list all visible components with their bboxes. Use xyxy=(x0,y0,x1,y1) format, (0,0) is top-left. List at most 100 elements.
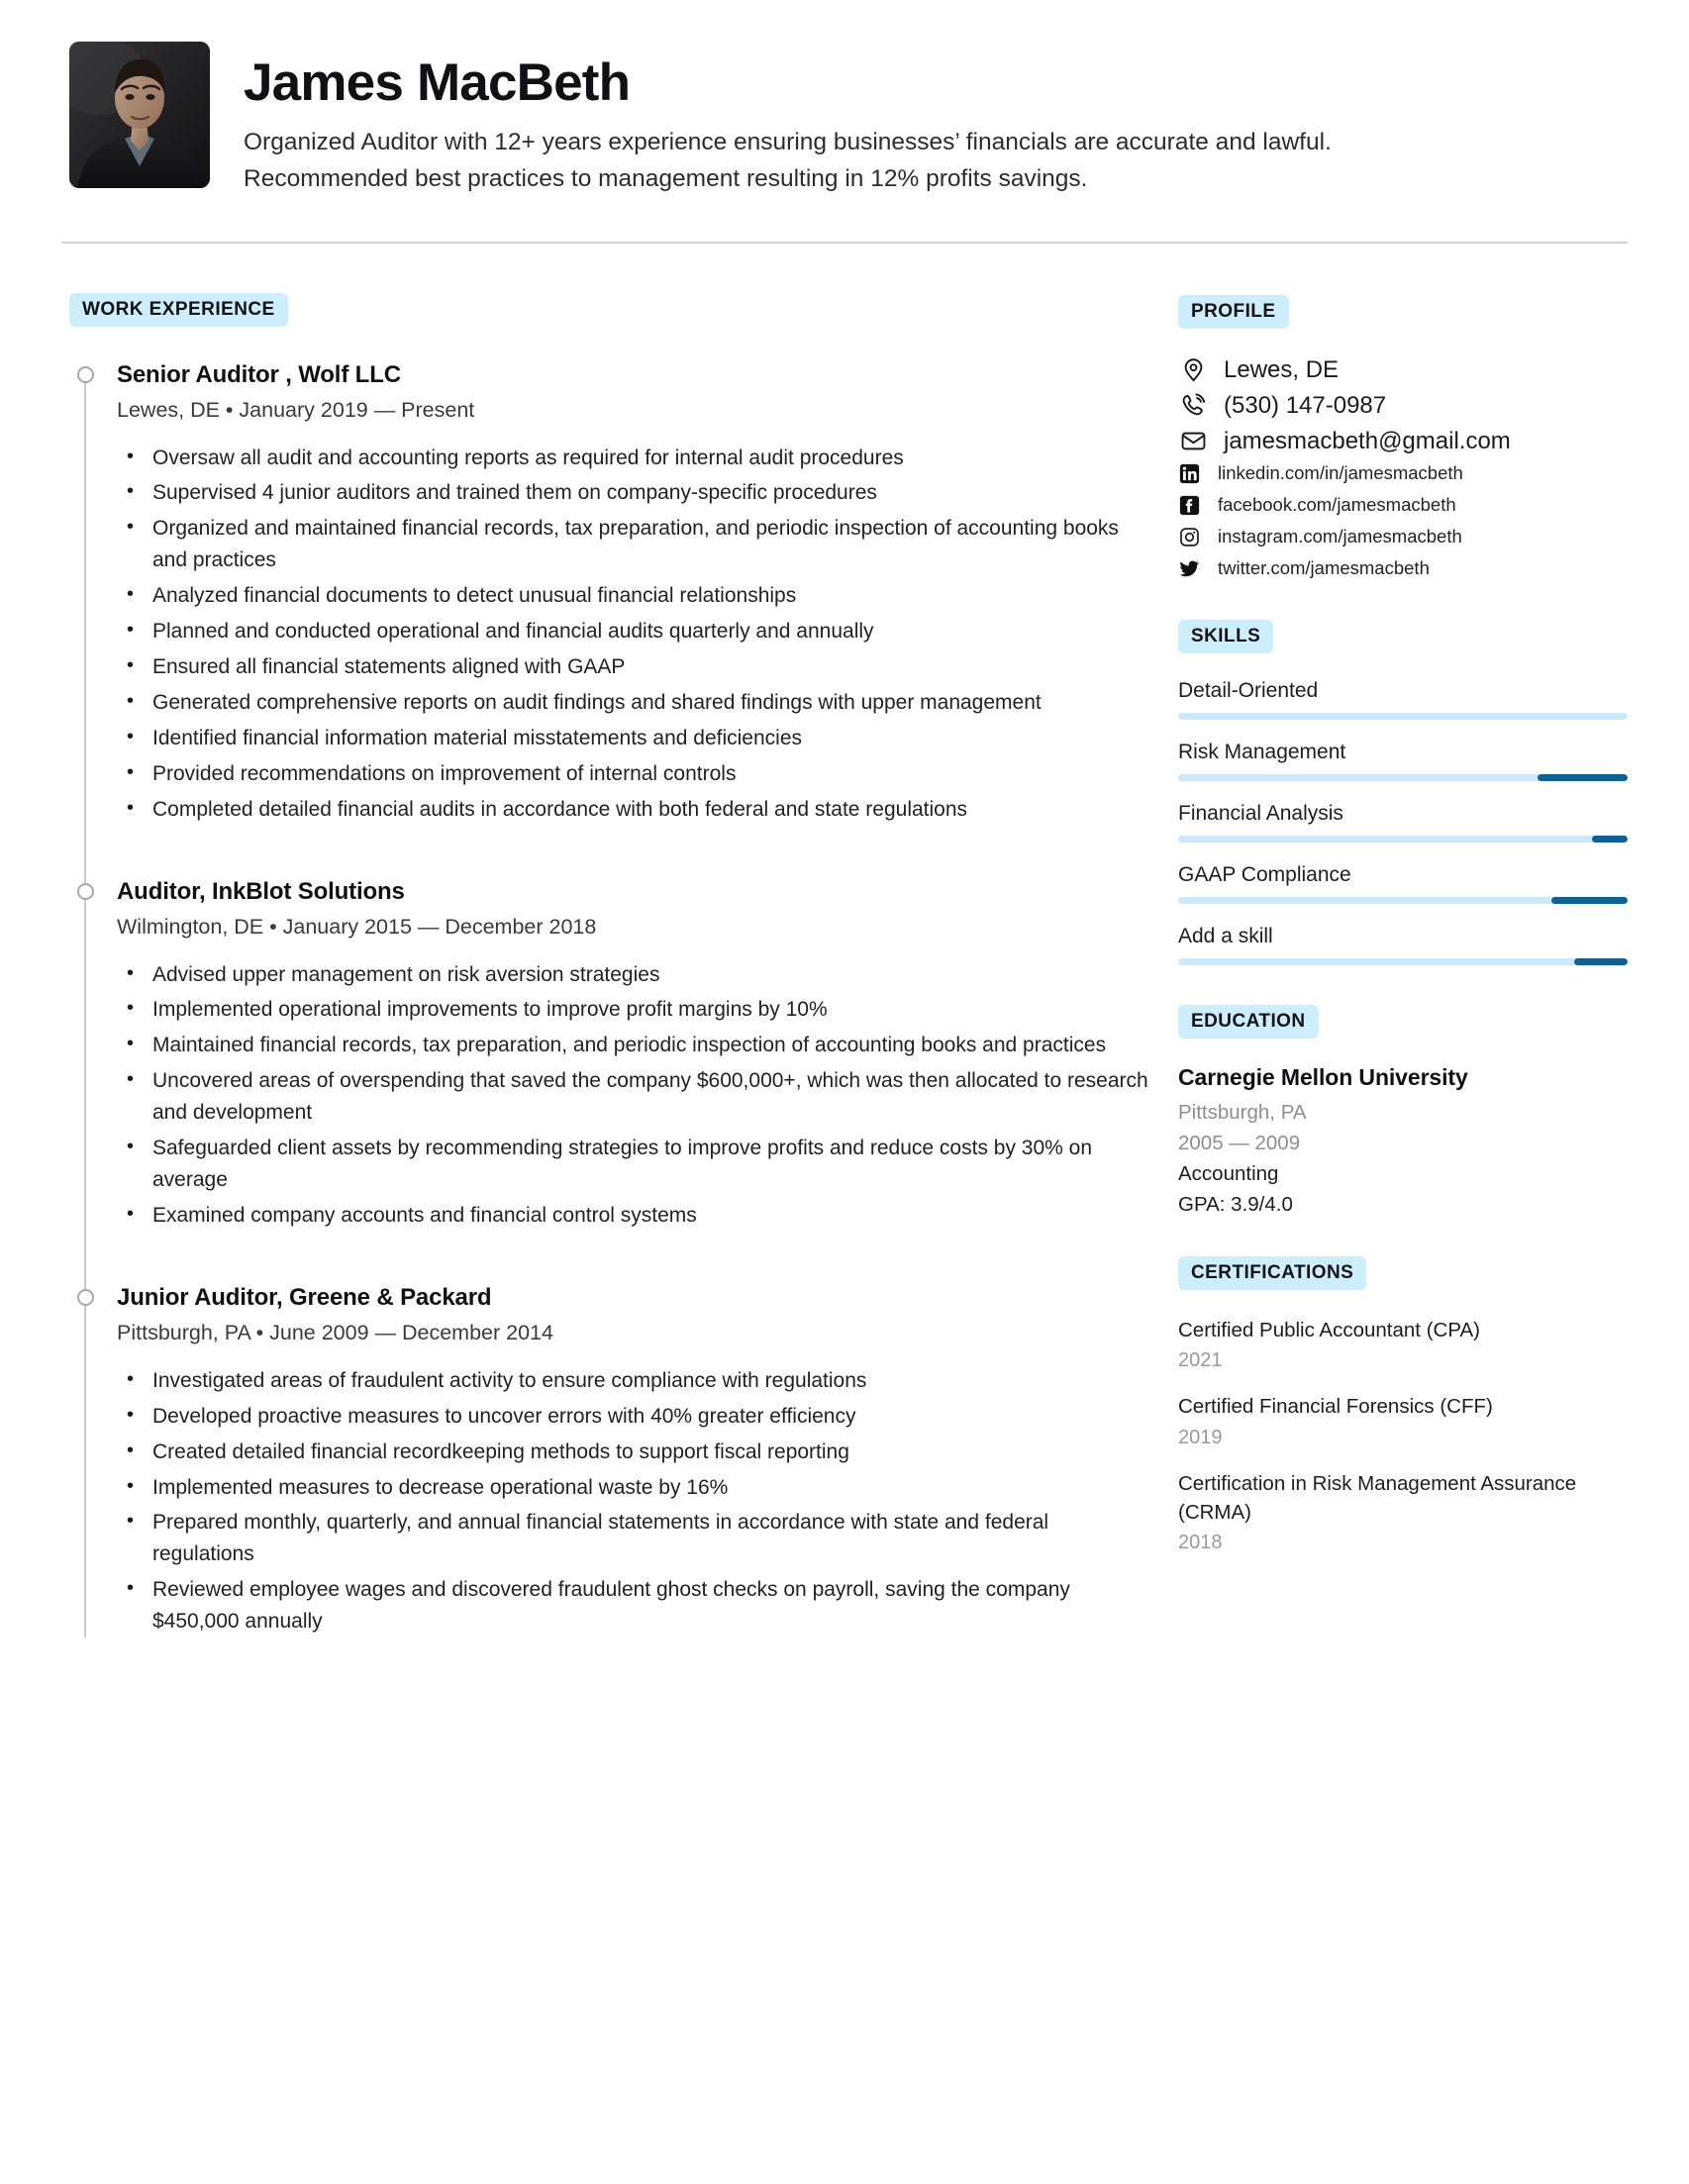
certification-name: Certified Financial Forensics (CFF) xyxy=(1178,1395,1493,1419)
location-pin-icon xyxy=(1178,354,1208,384)
skill-level-fill xyxy=(1573,958,1628,966)
page-title: James MacBeth xyxy=(244,53,631,112)
certification-year: 2019 xyxy=(1178,1426,1223,1448)
job-title: Junior Auditor, Greene & Packard xyxy=(117,1283,492,1311)
job-bullet: Advised upper management on risk aversio… xyxy=(117,958,1148,991)
skill-name: Risk Management xyxy=(1178,741,1346,764)
education-school: Carnegie Mellon University xyxy=(1178,1064,1468,1091)
job-bullet: Implemented operational improvements to … xyxy=(117,993,1148,1026)
job-bullet-list: Investigated areas of fraudulent activit… xyxy=(117,1364,1148,1638)
skill-item[interactable]: Risk Management xyxy=(1178,741,1628,782)
contact-text: linkedin.com/in/jamesmacbeth xyxy=(1218,462,1463,484)
skill-level-fill xyxy=(1550,897,1628,905)
skills-list: Detail-Oriented Risk Management Financial … xyxy=(1178,679,1628,966)
job-bullet: Examined company accounts and financial … xyxy=(117,1199,1148,1232)
header-text-block: James MacBeth Organized Auditor with 12+… xyxy=(244,42,1628,198)
contact-row[interactable]: facebook.com/jamesmacbeth xyxy=(1178,493,1628,517)
job-bullet: Provided recommendations on improvement … xyxy=(117,757,1148,790)
job-entry: Senior Auditor , Wolf LLC Lewes, DE • Jan… xyxy=(77,360,1148,826)
resume-body: WORK EXPERIENCE Senior Auditor , Wolf LL… xyxy=(61,292,1628,1641)
job-bullet: Analyzed financial documents to detect u… xyxy=(117,579,1148,612)
skill-name: Detail-Oriented xyxy=(1178,679,1319,703)
skill-level-fill xyxy=(1538,774,1628,782)
resume-header: James MacBeth Organized Auditor with 12+… xyxy=(61,42,1628,198)
timeline-dot-icon xyxy=(77,882,94,900)
avatar xyxy=(69,42,210,188)
main-column: WORK EXPERIENCE Senior Auditor , Wolf LL… xyxy=(69,292,1148,1641)
certification-entry: Certified Financial Forensics (CFF) 2019 xyxy=(1178,1392,1628,1448)
contact-list: Lewes, DE (530) 147-0987 jamesmacbeth@gmai… xyxy=(1178,354,1628,581)
education-major: Accounting xyxy=(1178,1162,1279,1186)
skills-section: SKILLS Detail-Oriented Risk Management Fin… xyxy=(1178,620,1628,966)
skill-level-bar[interactable] xyxy=(1178,836,1628,844)
skill-level-bar[interactable] xyxy=(1178,774,1628,782)
certifications-section: CERTIFICATIONS Certified Public Accounta… xyxy=(1178,1256,1628,1553)
certification-year: 2021 xyxy=(1178,1349,1223,1372)
skill-level-fill xyxy=(1591,836,1628,844)
job-bullet-list: Oversaw all audit and accounting reports… xyxy=(117,442,1148,826)
education-entry: Carnegie Mellon University Pittsburgh, P… xyxy=(1178,1064,1628,1217)
section-badge-certifications: CERTIFICATIONS xyxy=(1178,1256,1367,1291)
contact-text: facebook.com/jamesmacbeth xyxy=(1218,494,1456,516)
job-title: Senior Auditor , Wolf LLC xyxy=(117,360,401,388)
skill-name: Financial Analysis xyxy=(1178,802,1343,826)
contact-row[interactable]: jamesmacbeth@gmail.com xyxy=(1178,426,1628,456)
phone-icon xyxy=(1178,390,1208,420)
job-entry: Junior Auditor, Greene & Packard Pittsbur… xyxy=(77,1283,1148,1638)
contact-row[interactable]: linkedin.com/in/jamesmacbeth xyxy=(1178,461,1628,485)
section-badge-education: EDUCATION xyxy=(1178,1005,1319,1040)
contact-text: instagram.com/jamesmacbeth xyxy=(1218,526,1462,547)
timeline-dot-icon xyxy=(77,1288,94,1306)
contact-row[interactable]: (530) 147-0987 xyxy=(1178,390,1628,421)
job-bullet: Created detailed financial recordkeeping… xyxy=(117,1436,1148,1468)
contact-row[interactable]: instagram.com/jamesmacbeth xyxy=(1178,525,1628,548)
facebook-icon xyxy=(1178,494,1200,516)
job-bullet: Safeguarded client assets by recommendin… xyxy=(117,1132,1148,1196)
job-bullet: Uncovered areas of overspending that sav… xyxy=(117,1064,1148,1129)
certification-entry: Certification in Risk Management Assuran… xyxy=(1178,1469,1628,1554)
job-bullet: Implemented measures to decrease operati… xyxy=(117,1471,1148,1504)
job-bullet: Ensured all financial statements aligned… xyxy=(117,650,1148,683)
section-badge-profile: PROFILE xyxy=(1178,294,1289,329)
envelope-icon xyxy=(1178,427,1208,456)
instagram-icon xyxy=(1178,526,1200,547)
sidebar-column: PROFILE Lewes, DE (530) 147-0987 jamesmacb… xyxy=(1178,293,1628,1641)
certification-year: 2018 xyxy=(1178,1531,1223,1553)
job-bullet: Developed proactive measures to uncover … xyxy=(117,1400,1148,1433)
job-meta: Pittsburgh, PA • June 2009 — December 20… xyxy=(117,1320,553,1344)
job-bullet: Organized and maintained financial recor… xyxy=(117,512,1148,576)
contact-row[interactable]: Lewes, DE xyxy=(1178,354,1628,385)
work-experience-timeline: Senior Auditor , Wolf LLC Lewes, DE • Jan… xyxy=(69,360,1148,1638)
skill-level-bar[interactable] xyxy=(1178,958,1628,966)
job-bullet: Prepared monthly, quarterly, and annual … xyxy=(117,1506,1148,1570)
job-bullet: Reviewed employee wages and discovered f… xyxy=(117,1573,1148,1638)
section-badge-work-experience: WORK EXPERIENCE xyxy=(69,292,288,327)
job-bullet: Supervised 4 junior auditors and trained… xyxy=(117,476,1148,509)
skill-item[interactable]: Add a skill xyxy=(1178,925,1628,966)
timeline-dot-icon xyxy=(77,365,94,383)
contact-text: (530) 147-0987 xyxy=(1224,391,1387,419)
education-years: 2005 — 2009 xyxy=(1178,1132,1301,1155)
job-bullet: Planned and conducted operational and fi… xyxy=(117,615,1148,647)
job-title: Auditor, InkBlot Solutions xyxy=(117,877,405,905)
certifications-list: Certified Public Accountant (CPA) 2021 Cer… xyxy=(1178,1316,1628,1553)
job-bullet: Investigated areas of fraudulent activit… xyxy=(117,1364,1148,1397)
skill-item[interactable]: Financial Analysis xyxy=(1178,802,1628,844)
section-badge-skills: SKILLS xyxy=(1178,620,1274,654)
job-bullet: Oversaw all audit and accounting reports… xyxy=(117,442,1148,474)
contact-row[interactable]: twitter.com/jamesmacbeth xyxy=(1178,556,1628,580)
skill-item[interactable]: Detail-Oriented xyxy=(1178,679,1628,721)
skill-level-bar[interactable] xyxy=(1178,897,1628,905)
profile-section: PROFILE Lewes, DE (530) 147-0987 jamesmacb… xyxy=(1178,294,1628,581)
linkedin-icon xyxy=(1178,462,1200,484)
certification-entry: Certified Public Accountant (CPA) 2021 xyxy=(1178,1316,1628,1372)
skill-item[interactable]: GAAP Compliance xyxy=(1178,863,1628,905)
certification-name: Certification in Risk Management Assuran… xyxy=(1178,1471,1577,1524)
skill-name: GAAP Compliance xyxy=(1178,863,1351,887)
contact-text: jamesmacbeth@gmail.com xyxy=(1224,427,1511,454)
twitter-icon xyxy=(1178,557,1200,579)
header-divider xyxy=(61,241,1628,244)
job-bullet-list: Advised upper management on risk aversio… xyxy=(117,958,1148,1232)
job-bullet: Completed detailed financial audits in a… xyxy=(117,793,1148,826)
skill-level-bar[interactable] xyxy=(1178,713,1628,721)
